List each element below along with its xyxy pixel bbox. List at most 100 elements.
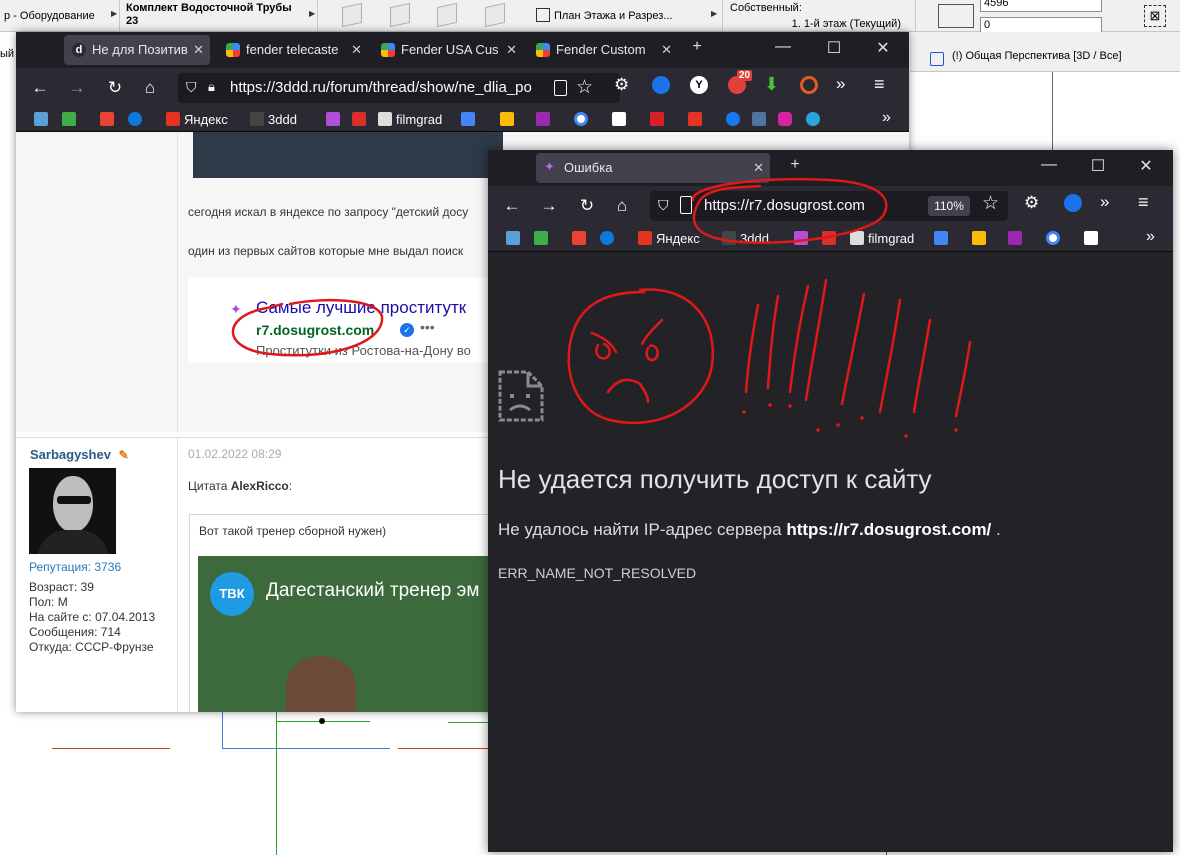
cad-view-cell[interactable]: План Этажа и Разрез... xyxy=(528,0,723,32)
chevron-right-icon[interactable]: ▶ xyxy=(111,9,117,18)
maximize-button[interactable]: ☐ xyxy=(819,38,849,58)
overflow-chevron-icon[interactable]: » xyxy=(1100,192,1118,211)
extension-icon[interactable] xyxy=(800,76,818,94)
bookmark-icon[interactable] xyxy=(612,112,630,128)
mailru-bookmark[interactable] xyxy=(128,112,146,128)
gmail-bookmark[interactable] xyxy=(100,112,118,128)
back-button[interactable]: ← xyxy=(500,194,524,218)
bookmark-telegram[interactable] xyxy=(806,112,824,128)
maximize-button[interactable]: ☐ xyxy=(1083,156,1113,176)
close-window-button[interactable]: ✕ xyxy=(868,38,898,58)
snap-icon[interactable]: ⊠ xyxy=(1144,5,1166,27)
home-button[interactable]: ⌂ xyxy=(610,194,634,218)
minimize-button[interactable]: — xyxy=(768,38,798,56)
bookmark-3ddd[interactable]: 3ddd xyxy=(250,112,297,128)
bookmark-filmgrad[interactable]: filmgrad xyxy=(378,112,442,128)
menu-icon[interactable]: ≡ xyxy=(874,74,892,94)
browser-window-front[interactable]: ✦ Ошибка ✕ + — ☐ ✕ ← → ↻ ⌂ ⛉ https://r7.… xyxy=(488,150,1173,852)
url-text[interactable]: https://r7.dosugrost.com xyxy=(704,191,865,221)
cad-object-cell[interactable]: Комплект Водосточной Трубы 23 xyxy=(122,0,318,32)
bookmark-instagram[interactable] xyxy=(778,112,796,128)
tab-ne-dlia-pozitiva[interactable]: d Не для Позитив ✕ xyxy=(64,35,210,65)
video-embed[interactable]: ТВК Дагестанский тренер эм xyxy=(198,556,508,712)
download-icon[interactable]: ⬇ xyxy=(764,74,782,94)
star-icon[interactable]: ☆ xyxy=(576,76,593,99)
search-result-screenshot[interactable]: ✦ Самые лучшие проститутк r7.dosugrost.c… xyxy=(188,277,508,363)
shield-icon[interactable]: ⛉ xyxy=(186,79,197,96)
yandex-extension-icon[interactable]: Y xyxy=(690,76,708,94)
bookmark-google[interactable] xyxy=(1046,231,1064,247)
gmail-bookmark[interactable] xyxy=(572,231,590,247)
menu-icon[interactable]: ≡ xyxy=(1138,192,1156,212)
tab-fender-custom[interactable]: Fender Custom ✕ xyxy=(528,35,678,65)
bookmarks-overflow-icon[interactable]: » xyxy=(1146,229,1155,245)
bookmark-icon[interactable] xyxy=(62,112,80,128)
reload-button[interactable]: ↻ xyxy=(103,76,127,100)
cad-tool-icon[interactable] xyxy=(342,2,362,28)
star-icon[interactable]: ☆ xyxy=(982,192,999,215)
reader-view-icon[interactable] xyxy=(554,80,567,96)
overflow-chevron-icon[interactable]: » xyxy=(836,74,854,93)
url-bar[interactable]: ⛉ https://r7.dosugrost.com 110% xyxy=(650,191,1008,221)
bookmark-google[interactable] xyxy=(574,112,592,128)
tab-fender-usa-custom[interactable]: Fender USA Cus ✕ xyxy=(373,35,523,65)
bookmark-drive[interactable] xyxy=(972,231,990,247)
gear-icon[interactable]: ⚙ xyxy=(614,75,632,94)
cad-tool-icon[interactable] xyxy=(437,2,457,28)
post-image[interactable] xyxy=(193,132,503,178)
new-tab-button[interactable]: + xyxy=(682,38,712,56)
chevron-right-icon[interactable]: ▶ xyxy=(711,9,717,18)
cad-width-input[interactable]: 4596 xyxy=(980,0,1102,12)
bookmark-icon[interactable] xyxy=(1084,231,1102,247)
back-button[interactable]: ← xyxy=(28,76,52,100)
close-icon[interactable]: ✕ xyxy=(753,153,764,183)
bookmark-icon[interactable] xyxy=(536,112,554,128)
bookmark-icon[interactable] xyxy=(34,112,52,128)
bookmark-icon[interactable] xyxy=(506,231,524,247)
close-icon[interactable]: ✕ xyxy=(193,35,204,65)
page-info-icon[interactable] xyxy=(680,196,692,214)
tab-fender-telecaster[interactable]: fender telecaste ✕ xyxy=(218,35,368,65)
bookmark-facebook[interactable] xyxy=(726,112,744,128)
bookmark-icon[interactable] xyxy=(326,112,344,128)
close-icon[interactable]: ✕ xyxy=(506,35,517,65)
bookmark-icon[interactable] xyxy=(650,112,668,128)
home-button[interactable]: ⌂ xyxy=(138,76,162,100)
cad-perspective-label[interactable]: (!) Общая Перспектива [3D / Все] xyxy=(952,50,1122,62)
forward-button[interactable]: → xyxy=(65,76,89,100)
url-bar[interactable]: ⛉ 🔒︎ https://3ddd.ru/forum/thread/show/n… xyxy=(178,73,620,103)
cad-tool-icon[interactable] xyxy=(485,2,505,28)
user-reputation[interactable]: Репутация: 3736 xyxy=(29,560,121,574)
reload-button[interactable]: ↻ xyxy=(575,194,599,218)
bookmark-icon[interactable] xyxy=(688,112,706,128)
url-text[interactable]: https://3ddd.ru/forum/thread/show/ne_dli… xyxy=(230,73,550,103)
close-icon[interactable]: ✕ xyxy=(661,35,672,65)
bookmark-yandex[interactable]: Яндекс xyxy=(166,112,228,128)
post-author-name[interactable]: Sarbagyshev ✎ xyxy=(30,447,129,462)
bolt-extension-icon[interactable] xyxy=(1064,194,1082,212)
new-tab-button[interactable]: + xyxy=(780,156,810,174)
cad-category-cell[interactable]: р - Оборудование xyxy=(0,0,120,32)
zoom-level-button[interactable]: 110% xyxy=(928,196,970,216)
bookmark-translate[interactable] xyxy=(934,231,952,247)
close-window-button[interactable]: ✕ xyxy=(1131,156,1161,176)
bookmark-vk[interactable] xyxy=(752,112,770,128)
bookmark-drive[interactable] xyxy=(500,112,518,128)
minimize-button[interactable]: — xyxy=(1034,156,1064,174)
cad-tool-icon[interactable] xyxy=(390,2,410,28)
bookmark-icon[interactable] xyxy=(352,112,370,128)
bookmark-yandex[interactable]: Яндекс xyxy=(638,231,700,247)
shield-icon[interactable]: ⛉ xyxy=(658,197,669,214)
bookmark-3ddd[interactable]: 3ddd xyxy=(722,231,769,247)
tab-error[interactable]: ✦ Ошибка ✕ xyxy=(536,153,770,183)
bookmark-icon[interactable] xyxy=(534,231,552,247)
cad-story-cell[interactable]: Собственный: 1. 1-й этаж (Текущий) xyxy=(726,0,916,32)
bookmarks-overflow-icon[interactable]: » xyxy=(882,110,891,126)
avatar[interactable] xyxy=(29,468,116,554)
mailru-bookmark[interactable] xyxy=(600,231,618,247)
bookmark-icon[interactable] xyxy=(1008,231,1026,247)
close-icon[interactable]: ✕ xyxy=(351,35,362,65)
quote-author[interactable]: AlexRicco xyxy=(231,479,289,493)
chevron-right-icon[interactable]: ▶ xyxy=(309,9,315,18)
bookmark-icon[interactable] xyxy=(822,231,840,247)
